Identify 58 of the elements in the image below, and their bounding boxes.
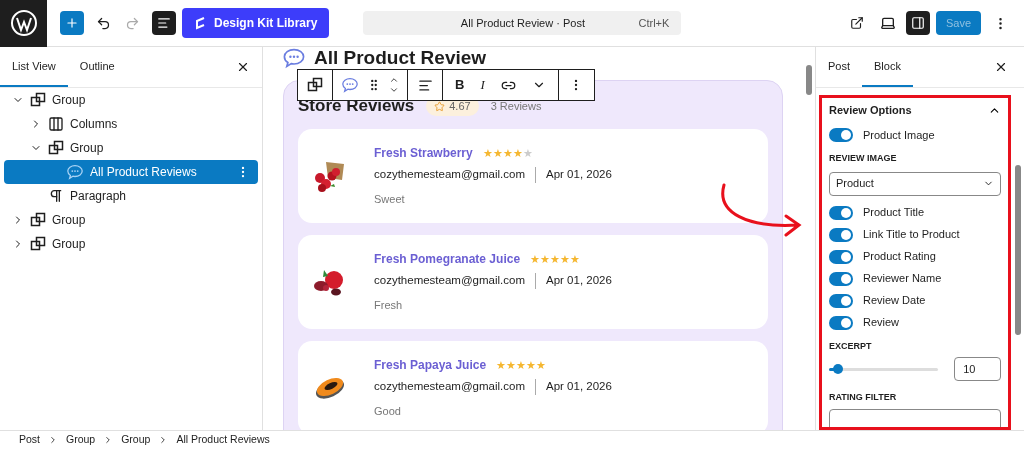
shortcut-hint: Ctrl+K: [638, 15, 670, 31]
select-field[interactable]: Product: [829, 171, 1001, 196]
tree-item[interactable]: All Product Reviews: [4, 160, 258, 184]
breadcrumb-link[interactable]: Group: [66, 432, 96, 448]
star-rating: ★★★★★: [496, 359, 547, 371]
breadcrumb-link[interactable]: All Product Reviews: [176, 432, 270, 448]
tree-item[interactable]: Group: [4, 88, 258, 112]
toggle-label: Product Image: [863, 127, 935, 143]
tree-item[interactable]: Group: [4, 136, 258, 160]
panel-tab[interactable]: Block: [862, 47, 913, 87]
toggle-label: Product Title: [863, 205, 925, 221]
toggle-label: Review: [863, 315, 900, 331]
star-rating: ★★★★★: [482, 147, 533, 159]
tree-item-label: Group: [52, 92, 87, 109]
breadcrumb-link[interactable]: Post: [19, 432, 40, 448]
review-date: Apr 01, 2026: [546, 273, 612, 289]
review-text: Sweet: [374, 192, 406, 208]
tree-item-label: Paragraph: [70, 188, 128, 205]
tree-item-label: All Product Reviews: [90, 164, 198, 181]
page-title: All Product Review: [314, 47, 487, 69]
star-rating: ★★★★★: [530, 253, 581, 265]
field-label: EXCERPT: [829, 339, 873, 353]
product-title[interactable]: Fresh Papaya Juice: [374, 356, 487, 375]
tree-item[interactable]: Columns: [4, 112, 258, 136]
panel-tab[interactable]: List View: [0, 47, 68, 87]
tree-item[interactable]: Paragraph: [4, 184, 258, 208]
tree-item[interactable]: Group: [4, 232, 258, 256]
tree-item-label: Group: [52, 212, 87, 229]
product-title[interactable]: Fresh Strawberry: [374, 144, 473, 163]
review-text: Fresh: [374, 298, 404, 314]
field-label: REVIEW IMAGE: [829, 152, 898, 165]
design-kit-library-button[interactable]: Design Kit Library: [182, 8, 330, 38]
product-title[interactable]: Fresh Pomegranate Juice: [374, 250, 521, 269]
format-button[interactable]: I: [480, 75, 485, 95]
panel-tab[interactable]: Outline: [67, 47, 127, 87]
format-button[interactable]: B: [455, 75, 465, 95]
reviewer-email: cozythemesteam@gmail.com: [374, 273, 525, 289]
breadcrumb-link[interactable]: Group: [121, 432, 151, 448]
toggle-label: Review Date: [863, 293, 926, 309]
tree-item[interactable]: Group: [4, 208, 258, 232]
number-field[interactable]: 10: [954, 357, 1001, 381]
panel-tab[interactable]: Post: [816, 47, 862, 87]
toggle-label: Reviewer Name: [863, 271, 942, 287]
review-date: Apr 01, 2026: [546, 167, 612, 183]
tree-item-label: Group: [70, 140, 105, 157]
review-date: Apr 01, 2026: [546, 379, 612, 395]
command-bar[interactable]: All Product Review · Post Ctrl+K: [363, 11, 682, 35]
section-title: Review Options: [829, 102, 912, 118]
document-title: All Product Review · Post: [459, 15, 586, 31]
tree-item-label: Columns: [70, 116, 119, 133]
toggle-label: Product Rating: [863, 249, 936, 265]
tree-item-label: Group: [52, 236, 87, 253]
review-text: Good: [374, 404, 402, 420]
review-count: 3 Reviews: [490, 98, 542, 114]
reviewer-email: cozythemesteam@gmail.com: [374, 379, 525, 395]
reviewer-email: cozythemesteam@gmail.com: [374, 167, 525, 183]
field-label: RATING FILTER: [829, 391, 898, 404]
toggle-label: Link Title to Product: [863, 227, 960, 243]
